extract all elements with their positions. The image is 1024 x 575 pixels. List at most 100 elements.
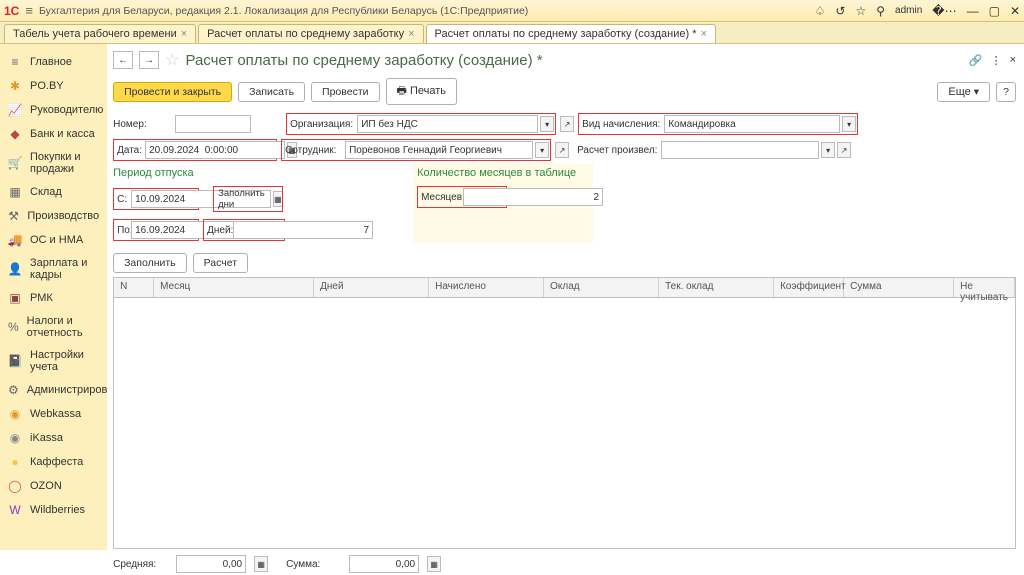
- page-title: Расчет оплаты по среднему заработку (соз…: [185, 52, 542, 69]
- col-sum[interactable]: Сумма: [844, 278, 954, 297]
- sidebar-label: Банк и касса: [30, 128, 95, 140]
- sidebar-item[interactable]: ≡Главное: [0, 50, 107, 74]
- col-n[interactable]: N: [114, 278, 154, 297]
- sidebar-label: Настройки учета: [30, 349, 99, 373]
- system-icons: ♤ ↺ ☆ ⚲ admin �⋯ — ▢ ✕: [815, 4, 1020, 18]
- col-cur-salary[interactable]: Тек. оклад: [659, 278, 774, 297]
- history-icon[interactable]: ↺: [835, 4, 845, 18]
- sidebar-item[interactable]: 👤Зарплата и кадры: [0, 252, 107, 286]
- close-icon[interactable]: ✕: [1010, 4, 1020, 18]
- sidebar-item[interactable]: ⚒Производство: [0, 204, 107, 228]
- col-month[interactable]: Месяц: [154, 278, 314, 297]
- avg-stepper-icon[interactable]: ▦: [254, 556, 268, 572]
- post-close-button[interactable]: Провести и закрыть: [113, 82, 232, 102]
- sum-field[interactable]: [349, 555, 419, 573]
- more-button[interactable]: Еще ▾: [937, 82, 990, 102]
- col-exclude[interactable]: Не учитывать: [954, 278, 1015, 297]
- calcby-select-icon[interactable]: ▾: [821, 142, 835, 158]
- sidebar-item[interactable]: 📈 Руководителю: [0, 98, 107, 122]
- minimize-icon[interactable]: —: [967, 4, 979, 18]
- days-field[interactable]: [233, 221, 373, 239]
- tab-close-icon[interactable]: ×: [408, 28, 414, 40]
- sidebar-item[interactable]: ⚙Администрирование: [0, 378, 107, 402]
- calcby-field[interactable]: [661, 141, 819, 159]
- post-button[interactable]: Провести: [311, 82, 379, 102]
- emp-open-icon[interactable]: ↗: [555, 142, 569, 158]
- org-select-icon[interactable]: ▾: [540, 116, 554, 132]
- sidebar-item[interactable]: 🛒Покупки и продажи: [0, 146, 107, 180]
- window-menu-icon[interactable]: ⋮: [991, 54, 1002, 67]
- notification-icon[interactable]: ♤: [815, 4, 826, 18]
- col-coef[interactable]: Коэффициент: [774, 278, 844, 297]
- forward-button[interactable]: →: [139, 51, 159, 69]
- col-accrued[interactable]: Начислено: [429, 278, 544, 297]
- sidebar-item[interactable]: ✱PO.BY: [0, 74, 107, 98]
- sidebar-icon: 📈: [8, 103, 22, 117]
- sidebar: ≡Главное✱PO.BY 📈 Руководителю ◆ Банк и касса…: [0, 44, 107, 550]
- table-calc-button[interactable]: Расчет: [193, 253, 248, 273]
- main-menu-icon[interactable]: ≡: [25, 3, 33, 18]
- emp-select-icon[interactable]: ▾: [535, 142, 549, 158]
- sidebar-item[interactable]: ●Каффеста: [0, 450, 107, 474]
- calcby-open-icon[interactable]: ↗: [837, 142, 851, 158]
- grid-body[interactable]: [114, 298, 1015, 548]
- tab-1[interactable]: Расчет оплаты по среднему заработку×: [198, 24, 423, 43]
- fill-days-button[interactable]: Заполнить дни: [215, 188, 281, 210]
- sidebar-label: Производство: [27, 210, 99, 222]
- months-field[interactable]: [463, 188, 603, 206]
- search-icon[interactable]: ⚲: [876, 4, 885, 18]
- emp-field[interactable]: [345, 141, 533, 159]
- sidebar-item[interactable]: ◆ Банк и касса: [0, 122, 107, 146]
- sidebar-label: Wildberries: [30, 504, 85, 516]
- sidebar-icon: %: [8, 320, 19, 334]
- sidebar-label: PO.BY: [30, 80, 64, 92]
- table-fill-button[interactable]: Заполнить: [113, 253, 187, 273]
- sidebar-item[interactable]: ◉Webkassa: [0, 402, 107, 426]
- sidebar-icon: ●: [8, 455, 22, 469]
- close-form-icon[interactable]: ×: [1010, 54, 1016, 66]
- sidebar-label: Покупки и продажи: [30, 151, 99, 175]
- col-days[interactable]: Дней: [314, 278, 429, 297]
- sidebar-item[interactable]: ▣РМК: [0, 286, 107, 310]
- sidebar-icon: 📓: [8, 354, 22, 368]
- sidebar-icon: ◯: [8, 479, 22, 493]
- sidebar-icon: W: [8, 503, 22, 517]
- maximize-icon[interactable]: ▢: [989, 4, 1000, 18]
- calcby-label: Расчет произвел:: [575, 145, 659, 156]
- sidebar-item[interactable]: ▦Склад: [0, 180, 107, 204]
- type-field[interactable]: [664, 115, 840, 133]
- back-button[interactable]: ←: [113, 51, 133, 69]
- number-field[interactable]: [175, 115, 251, 133]
- org-open-icon[interactable]: ↗: [560, 116, 574, 132]
- link-icon[interactable]: 🔗: [969, 54, 983, 67]
- tab-close-icon[interactable]: ×: [701, 28, 707, 40]
- sidebar-item[interactable]: 📓 Настройки учета: [0, 344, 107, 378]
- favorite-star-icon[interactable]: ☆: [165, 50, 179, 70]
- tab-2[interactable]: Расчет оплаты по среднему заработку (соз…: [426, 24, 716, 43]
- sidebar-icon: ◆: [8, 127, 22, 141]
- user-label[interactable]: admin: [895, 5, 922, 16]
- sidebar-item[interactable]: ◯OZON: [0, 474, 107, 498]
- avg-field[interactable]: [176, 555, 246, 573]
- data-grid[interactable]: N Месяц Дней Начислено Оклад Тек. оклад …: [113, 277, 1016, 549]
- type-select-icon[interactable]: ▾: [842, 116, 856, 132]
- print-button[interactable]: 🖶 Печать: [386, 78, 458, 105]
- tab-0[interactable]: Табель учета рабочего времени×: [4, 24, 196, 43]
- sidebar-icon: 👤: [8, 262, 22, 276]
- favorite-icon[interactable]: ☆: [855, 4, 866, 18]
- org-field[interactable]: [357, 115, 538, 133]
- sidebar-item[interactable]: %Налоги и отчетность: [0, 310, 107, 344]
- date-field[interactable]: [145, 141, 285, 159]
- period-section-label: Период отпуска: [113, 163, 403, 181]
- tab-close-icon[interactable]: ×: [181, 28, 187, 40]
- col-salary[interactable]: Оклад: [544, 278, 659, 297]
- sidebar-item[interactable]: 🚚ОС и НМА: [0, 228, 107, 252]
- save-button[interactable]: Записать: [238, 82, 305, 102]
- sidebar-item[interactable]: W Wildberries: [0, 498, 107, 522]
- sidebar-label: Руководителю: [30, 104, 103, 116]
- sidebar-item[interactable]: ◉iKassa: [0, 426, 107, 450]
- help-button[interactable]: ?: [996, 82, 1016, 102]
- sum-stepper-icon[interactable]: ▦: [427, 556, 441, 572]
- settings-icon[interactable]: �⋯: [932, 4, 956, 18]
- sidebar-label: Склад: [30, 186, 62, 198]
